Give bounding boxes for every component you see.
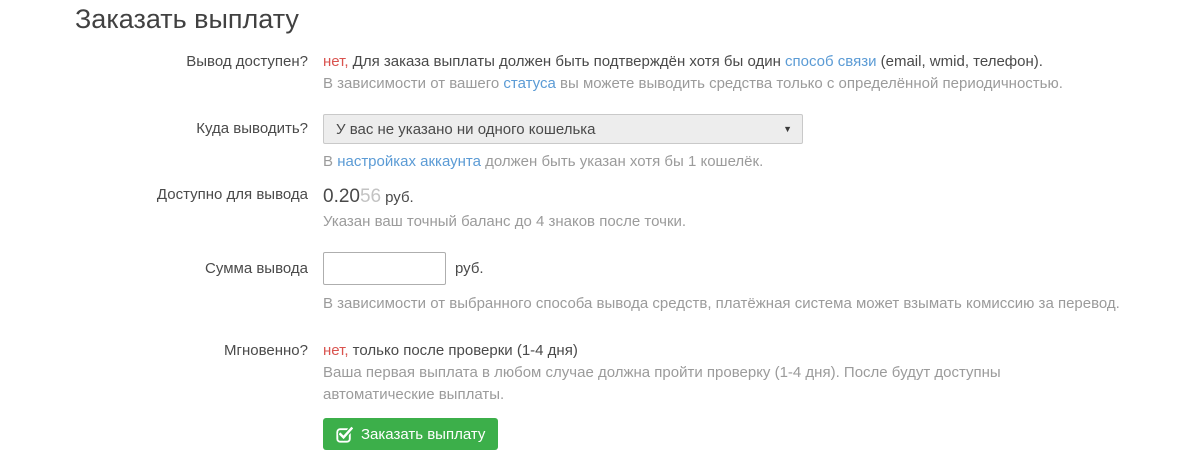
chevron-down-icon: ▼: [783, 123, 792, 134]
instant-status-line: нет, только после проверки (1-4 дня): [323, 340, 1200, 362]
page-title: Заказать выплату: [75, 4, 299, 34]
status-text: Для заказа выплаты должен быть подтвержд…: [348, 53, 786, 70]
destination-label: Куда выводить?: [196, 120, 308, 137]
balance-faded-digits: 56: [359, 186, 382, 207]
amount-help: В зависимости от выбранного способа выво…: [323, 295, 1120, 312]
balance-currency: руб.: [385, 189, 414, 206]
contact-method-link[interactable]: способ связи: [785, 53, 876, 70]
order-payout-button[interactable]: Заказать выплату: [323, 418, 499, 450]
wallet-select-value: У вас не указано ни одного кошелька: [336, 120, 596, 138]
order-payout-button-label: Заказать выплату: [361, 425, 486, 443]
row-balance: Доступно для вывода 0.2056 руб. Указан ва…: [0, 184, 1200, 233]
status-link[interactable]: статуса: [503, 75, 555, 92]
instant-label: Мгновенно?: [224, 342, 308, 359]
account-settings-link[interactable]: настройках аккаунта: [337, 153, 481, 170]
row-payout-available: Вывод доступен? нет, Для заказа выплаты …: [0, 51, 1200, 95]
amount-label: Сумма вывода: [205, 260, 308, 277]
help-text: В: [323, 153, 338, 170]
row-amount: Сумма вывода руб. В зависимости от выбра…: [0, 252, 1200, 315]
help-text-tail: вы можете выводить средства только с опр…: [555, 75, 1063, 92]
instant-help: Ваша первая выплата в любом случае должн…: [323, 364, 1001, 403]
wallet-select[interactable]: У вас не указано ни одного кошелька ▼: [323, 114, 803, 144]
row-instant: Мгновенно? нет, только после проверки (1…: [0, 340, 1200, 406]
balance-label: Доступно для вывода: [156, 186, 308, 203]
help-text-tail: должен быть указан хотя бы 1 кошелёк.: [480, 153, 764, 170]
order-payout-page: Заказать выплату Вывод доступен? нет, Дл…: [0, 0, 1200, 450]
status-text: только после проверки (1-4 дня): [348, 342, 578, 359]
destination-help: В настройках аккаунта должен быть указан…: [323, 151, 1200, 173]
balance-value: 0.2056 руб.: [323, 184, 1200, 211]
payout-available-status-line: нет, Для заказа выплаты должен быть подт…: [323, 51, 1200, 73]
submit-row: Заказать выплату: [323, 418, 1200, 450]
amount-input[interactable]: [323, 252, 446, 285]
check-square-icon: [336, 425, 353, 443]
status-no-text: нет,: [323, 342, 349, 359]
help-text: В зависимости от вашего: [323, 75, 504, 92]
row-destination: Куда выводить? У вас не указано ни одног…: [0, 114, 1200, 173]
balance-main-digits: 0.20: [323, 186, 360, 207]
amount-currency: руб.: [455, 260, 484, 277]
payout-available-help: В зависимости от вашего статуса вы может…: [323, 73, 1200, 95]
balance-help: Указан ваш точный баланс до 4 знаков пос…: [323, 213, 687, 230]
status-text-tail: (email, wmid, телефон).: [876, 53, 1043, 70]
payout-available-label: Вывод доступен?: [186, 53, 308, 70]
status-no-text: нет,: [323, 53, 349, 70]
